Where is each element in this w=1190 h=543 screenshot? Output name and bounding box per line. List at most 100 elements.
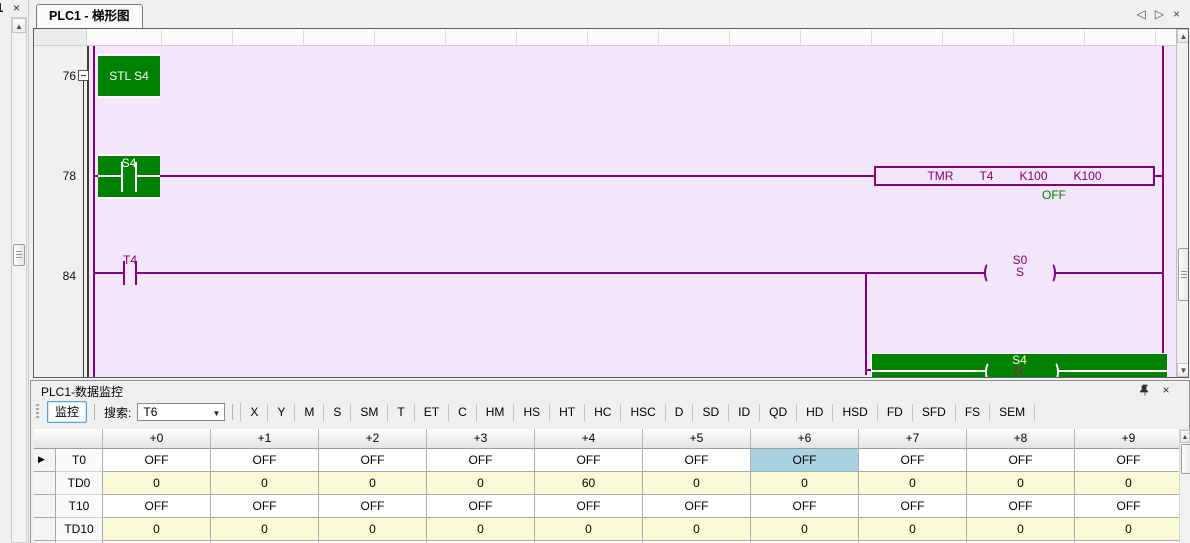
- device-tab-x[interactable]: X: [241, 404, 268, 421]
- value-cell[interactable]: OFF: [643, 449, 751, 472]
- close-icon[interactable]: ×: [9, 1, 24, 16]
- scroll-up-icon[interactable]: ▲: [12, 18, 26, 33]
- value-cell[interactable]: 0: [427, 518, 535, 541]
- chevron-down-icon[interactable]: ▼: [212, 406, 220, 422]
- row-header[interactable]: TD0: [56, 472, 103, 495]
- close-icon[interactable]: ×: [1159, 383, 1173, 397]
- column-header[interactable]: +3: [427, 429, 535, 449]
- value-cell[interactable]: 0: [319, 518, 427, 541]
- value-cell[interactable]: 0: [427, 472, 535, 495]
- device-tab-sfd[interactable]: SFD: [913, 404, 956, 421]
- value-cell[interactable]: OFF: [859, 495, 967, 518]
- column-header[interactable]: +8: [967, 429, 1075, 449]
- column-header[interactable]: +5: [643, 429, 751, 449]
- device-tab-y[interactable]: Y: [268, 404, 295, 421]
- device-tab-sem[interactable]: SEM: [990, 404, 1035, 421]
- value-cell[interactable]: OFF: [859, 449, 967, 472]
- device-tab-s[interactable]: S: [324, 404, 351, 421]
- scrollbar-thumb[interactable]: [1181, 444, 1190, 474]
- device-tab-qd[interactable]: QD: [760, 404, 797, 421]
- value-cell[interactable]: OFF: [211, 495, 319, 518]
- value-cell[interactable]: OFF: [643, 495, 751, 518]
- value-cell[interactable]: 0: [1075, 518, 1183, 541]
- value-cell[interactable]: 0: [967, 518, 1075, 541]
- value-cell[interactable]: OFF: [427, 495, 535, 518]
- value-cell[interactable]: OFF: [103, 449, 211, 472]
- value-cell[interactable]: 60: [535, 472, 643, 495]
- device-tab-hm[interactable]: HM: [477, 404, 515, 421]
- value-cell[interactable]: 0: [535, 518, 643, 541]
- rung-number[interactable]: 76: [44, 69, 76, 83]
- column-header[interactable]: +7: [859, 429, 967, 449]
- device-tab-sd[interactable]: SD: [693, 404, 729, 421]
- pin-icon[interactable]: [1139, 384, 1151, 396]
- device-tab-hd[interactable]: HD: [797, 404, 833, 421]
- value-cell[interactable]: 0: [643, 472, 751, 495]
- row-select-margin[interactable]: [34, 495, 56, 518]
- value-cell[interactable]: 0: [643, 518, 751, 541]
- value-cell[interactable]: OFF: [751, 449, 859, 472]
- scrollbar-thumb[interactable]: [1178, 248, 1189, 301]
- device-tab-m[interactable]: M: [295, 404, 324, 421]
- value-cell[interactable]: OFF: [1075, 495, 1183, 518]
- row-select-margin[interactable]: [34, 472, 56, 495]
- toolbar-grip-icon[interactable]: [36, 404, 39, 420]
- device-tab-ht[interactable]: HT: [550, 404, 585, 421]
- contact-s4-energized[interactable]: S4: [98, 154, 160, 199]
- collapse-toggle-icon[interactable]: [78, 70, 89, 81]
- value-cell[interactable]: 0: [103, 518, 211, 541]
- value-cell[interactable]: OFF: [535, 449, 643, 472]
- column-header[interactable]: +9: [1075, 429, 1183, 449]
- close-icon[interactable]: ×: [1173, 7, 1180, 21]
- nav-next-icon[interactable]: ▷: [1155, 7, 1164, 21]
- rung-number[interactable]: 84: [44, 269, 76, 283]
- reset-coil-block-energized[interactable]: S4 R: [871, 353, 1168, 377]
- value-cell[interactable]: 0: [211, 518, 319, 541]
- device-tab-t[interactable]: T: [388, 404, 414, 421]
- value-cell[interactable]: 0: [103, 472, 211, 495]
- scroll-up-icon[interactable]: ▲: [1180, 430, 1190, 443]
- column-header[interactable]: +2: [319, 429, 427, 449]
- value-cell[interactable]: 0: [967, 472, 1075, 495]
- monitor-toggle-button[interactable]: 监控: [47, 401, 87, 423]
- nav-prev-icon[interactable]: ◁: [1137, 7, 1146, 21]
- value-cell[interactable]: OFF: [319, 495, 427, 518]
- value-cell[interactable]: OFF: [211, 449, 319, 472]
- row-header[interactable]: T10: [56, 495, 103, 518]
- value-cell[interactable]: OFF: [427, 449, 535, 472]
- value-cell[interactable]: 0: [751, 518, 859, 541]
- device-tab-d[interactable]: D: [666, 404, 694, 421]
- stl-instruction-block[interactable]: STL S4: [98, 54, 160, 98]
- value-cell[interactable]: 0: [211, 472, 319, 495]
- device-tab-hc[interactable]: HC: [585, 404, 621, 421]
- device-tab-fs[interactable]: FS: [956, 404, 990, 421]
- tmr-instruction-block[interactable]: TMR T4 K100 K100: [874, 166, 1155, 186]
- contact-bar[interactable]: [123, 261, 125, 285]
- device-tab-id[interactable]: ID: [729, 404, 760, 421]
- device-tab-et[interactable]: ET: [415, 404, 449, 421]
- rung-number[interactable]: 78: [44, 169, 76, 183]
- row-select-margin[interactable]: ▶: [34, 449, 56, 472]
- search-combobox[interactable]: T6 ▼: [137, 403, 225, 421]
- device-tab-fd[interactable]: FD: [878, 404, 913, 421]
- value-cell[interactable]: OFF: [103, 495, 211, 518]
- device-tab-hs[interactable]: HS: [514, 404, 550, 421]
- left-panel-scrollbar[interactable]: ▲: [11, 17, 27, 543]
- table-scrollbar[interactable]: ▲: [1179, 429, 1190, 543]
- column-header[interactable]: +1: [211, 429, 319, 449]
- scroll-up-icon[interactable]: ▲: [1177, 29, 1189, 43]
- value-cell[interactable]: OFF: [967, 449, 1075, 472]
- set-coil-symbol[interactable]: S: [994, 265, 1046, 279]
- value-cell[interactable]: 0: [859, 472, 967, 495]
- ladder-scrollbar[interactable]: ▲ ▼: [1176, 29, 1189, 377]
- device-tab-hsd[interactable]: HSD: [833, 404, 877, 421]
- device-tab-c[interactable]: C: [449, 404, 477, 421]
- row-select-margin[interactable]: [34, 518, 56, 541]
- value-cell[interactable]: OFF: [319, 449, 427, 472]
- scroll-down-icon[interactable]: ▼: [1177, 363, 1189, 377]
- column-header[interactable]: +6: [751, 429, 859, 449]
- value-cell[interactable]: 0: [1075, 472, 1183, 495]
- value-cell[interactable]: 0: [751, 472, 859, 495]
- column-header[interactable]: +4: [535, 429, 643, 449]
- row-header[interactable]: T0: [56, 449, 103, 472]
